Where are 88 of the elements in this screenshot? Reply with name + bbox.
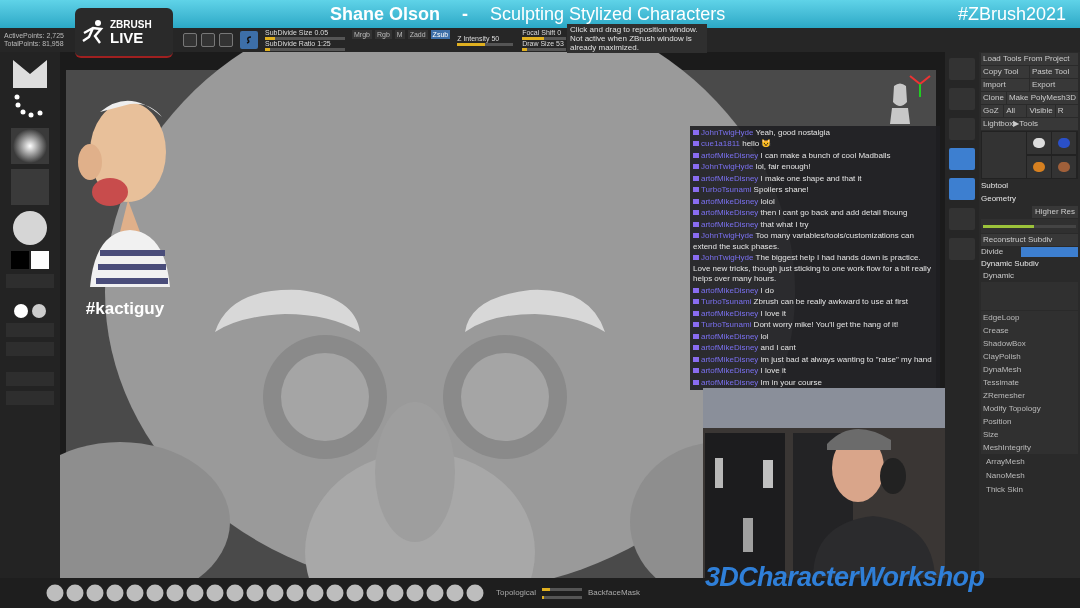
tool-thumbnail[interactable] [1052, 132, 1076, 154]
brush-sphere-icon[interactable] [266, 584, 284, 602]
brush-sphere-icon[interactable] [126, 584, 144, 602]
flat-material-icon[interactable] [14, 304, 28, 318]
panel-menu-item[interactable]: Tessimate [981, 376, 1078, 389]
brush-sphere-icon[interactable] [106, 584, 124, 602]
panel-menu-item[interactable]: EdgeLoop [981, 311, 1078, 324]
brush-sphere-icon[interactable] [286, 584, 304, 602]
panel-menu-item[interactable]: MeshIntegrity [981, 441, 1078, 454]
panel-menu-item[interactable]: Position [981, 415, 1078, 428]
section-header: Dynamic Subdiv [981, 258, 1040, 270]
brush-sphere-icon[interactable] [346, 584, 364, 602]
tool-thumbnail[interactable] [1027, 132, 1051, 154]
panel-menu-item[interactable]: Crease [981, 324, 1078, 337]
brush-sphere-icon[interactable] [226, 584, 244, 602]
panel-menu-item[interactable]: DynaMesh [981, 363, 1078, 376]
panel-menu-item[interactable]: ClayPolish [981, 350, 1078, 363]
hashtag: #ZBrush2021 [957, 2, 1066, 26]
slider-track[interactable] [522, 37, 567, 40]
panel-menu-item[interactable]: ShadowBox [981, 337, 1078, 350]
material-sphere-icon[interactable] [11, 210, 49, 246]
topological-label: Topological [496, 587, 537, 599]
tool-thumbnail[interactable] [1052, 155, 1076, 178]
brush-sphere-icon[interactable] [446, 584, 464, 602]
brush-sphere-icon[interactable] [166, 584, 184, 602]
tool-button[interactable]: Clone [981, 92, 1006, 104]
slider-track[interactable] [542, 587, 583, 591]
panel-menu-item[interactable]: Size [981, 428, 1078, 441]
panel-menu-item[interactable]: Modify Topology [981, 402, 1078, 415]
slider-track[interactable] [542, 595, 583, 599]
brush-stroke-icon [244, 35, 254, 45]
subdiv-slider[interactable] [981, 219, 1078, 233]
title-separator: - [462, 2, 469, 26]
brush-sphere-icon[interactable] [326, 584, 344, 602]
panel-menu-item[interactable]: NanoMesh [981, 469, 1078, 482]
main-color-swatch[interactable] [11, 251, 29, 269]
brush-sphere-icon[interactable] [146, 584, 164, 602]
brush-sphere-icon[interactable] [186, 584, 204, 602]
section-header: Geometry [981, 193, 1018, 205]
brush-sphere-icon[interactable] [306, 584, 324, 602]
brush-sphere-icon[interactable] [246, 584, 264, 602]
mode-button[interactable] [219, 33, 233, 47]
mode-button[interactable] [201, 33, 215, 47]
brush-sphere-icon[interactable] [406, 584, 424, 602]
brush-sphere-icon[interactable] [206, 584, 224, 602]
presenter-name: Shane Olson [330, 2, 441, 26]
brush-sphere-icon[interactable] [426, 584, 444, 602]
brush-sphere-icon[interactable] [46, 584, 64, 602]
panel-menu-item[interactable]: ArrayMesh [981, 455, 1078, 468]
logo-wordmark: ZBRUSH [110, 19, 152, 30]
secondary-color-swatch[interactable] [31, 251, 49, 269]
tool-button[interactable]: GoZ [981, 105, 1004, 117]
tool-button[interactable]: Lightbox▶Tools [981, 118, 1078, 130]
section-header: Subtool [981, 180, 1010, 192]
panel-menu-item[interactable]: Thick Skin [981, 483, 1078, 496]
brush-sphere-icon[interactable] [466, 584, 484, 602]
panel-menu-item[interactable]: ZRemesher [981, 389, 1078, 402]
live-label: LIVE [110, 29, 145, 45]
reconstruct-button[interactable]: Reconstruct Subdiv [981, 234, 1078, 246]
tool-button[interactable]: Export [1030, 79, 1078, 91]
brush-sphere-icon[interactable] [66, 584, 84, 602]
tooltip: Click and drag to reposition window. Not active when ZBrush window is already maximized. [567, 24, 707, 53]
tool-button[interactable]: Visible [1027, 105, 1055, 117]
tool-button[interactable]: Load Tools From Project [981, 53, 1078, 65]
backface-mask-label: BackfaceMask [588, 587, 641, 599]
tool-button[interactable]: All [1004, 105, 1027, 117]
slider-track[interactable] [265, 37, 345, 40]
alpha-icon[interactable] [11, 128, 49, 164]
higher-res-button[interactable]: Higher Res [1032, 206, 1078, 218]
dynamic-label: Dynamic [982, 271, 1016, 281]
tool-button[interactable]: Paste Tool [1030, 66, 1078, 78]
brush-sphere-icon[interactable] [366, 584, 384, 602]
stream-title: Sculpting Stylized Characters [490, 2, 726, 26]
slider-track[interactable] [522, 48, 567, 51]
mode-button[interactable] [183, 33, 197, 47]
tool-button[interactable]: Make PolyMesh3D [1006, 92, 1079, 104]
brush-icon[interactable] [11, 58, 49, 88]
tool-button[interactable]: Import [981, 79, 1029, 91]
divide-label: Divide [981, 247, 1005, 257]
tool-button[interactable]: Copy Tool [981, 66, 1029, 78]
brush-sphere-icon[interactable] [86, 584, 104, 602]
brush-thumbnail[interactable] [240, 31, 258, 49]
brush-sphere-icon[interactable] [386, 584, 404, 602]
skin-material-icon[interactable] [32, 304, 46, 318]
tool-button[interactable]: R [1055, 105, 1078, 117]
slider-track[interactable] [265, 48, 345, 51]
tool-thumbnail[interactable] [1027, 155, 1051, 178]
slider-track[interactable] [457, 42, 514, 46]
